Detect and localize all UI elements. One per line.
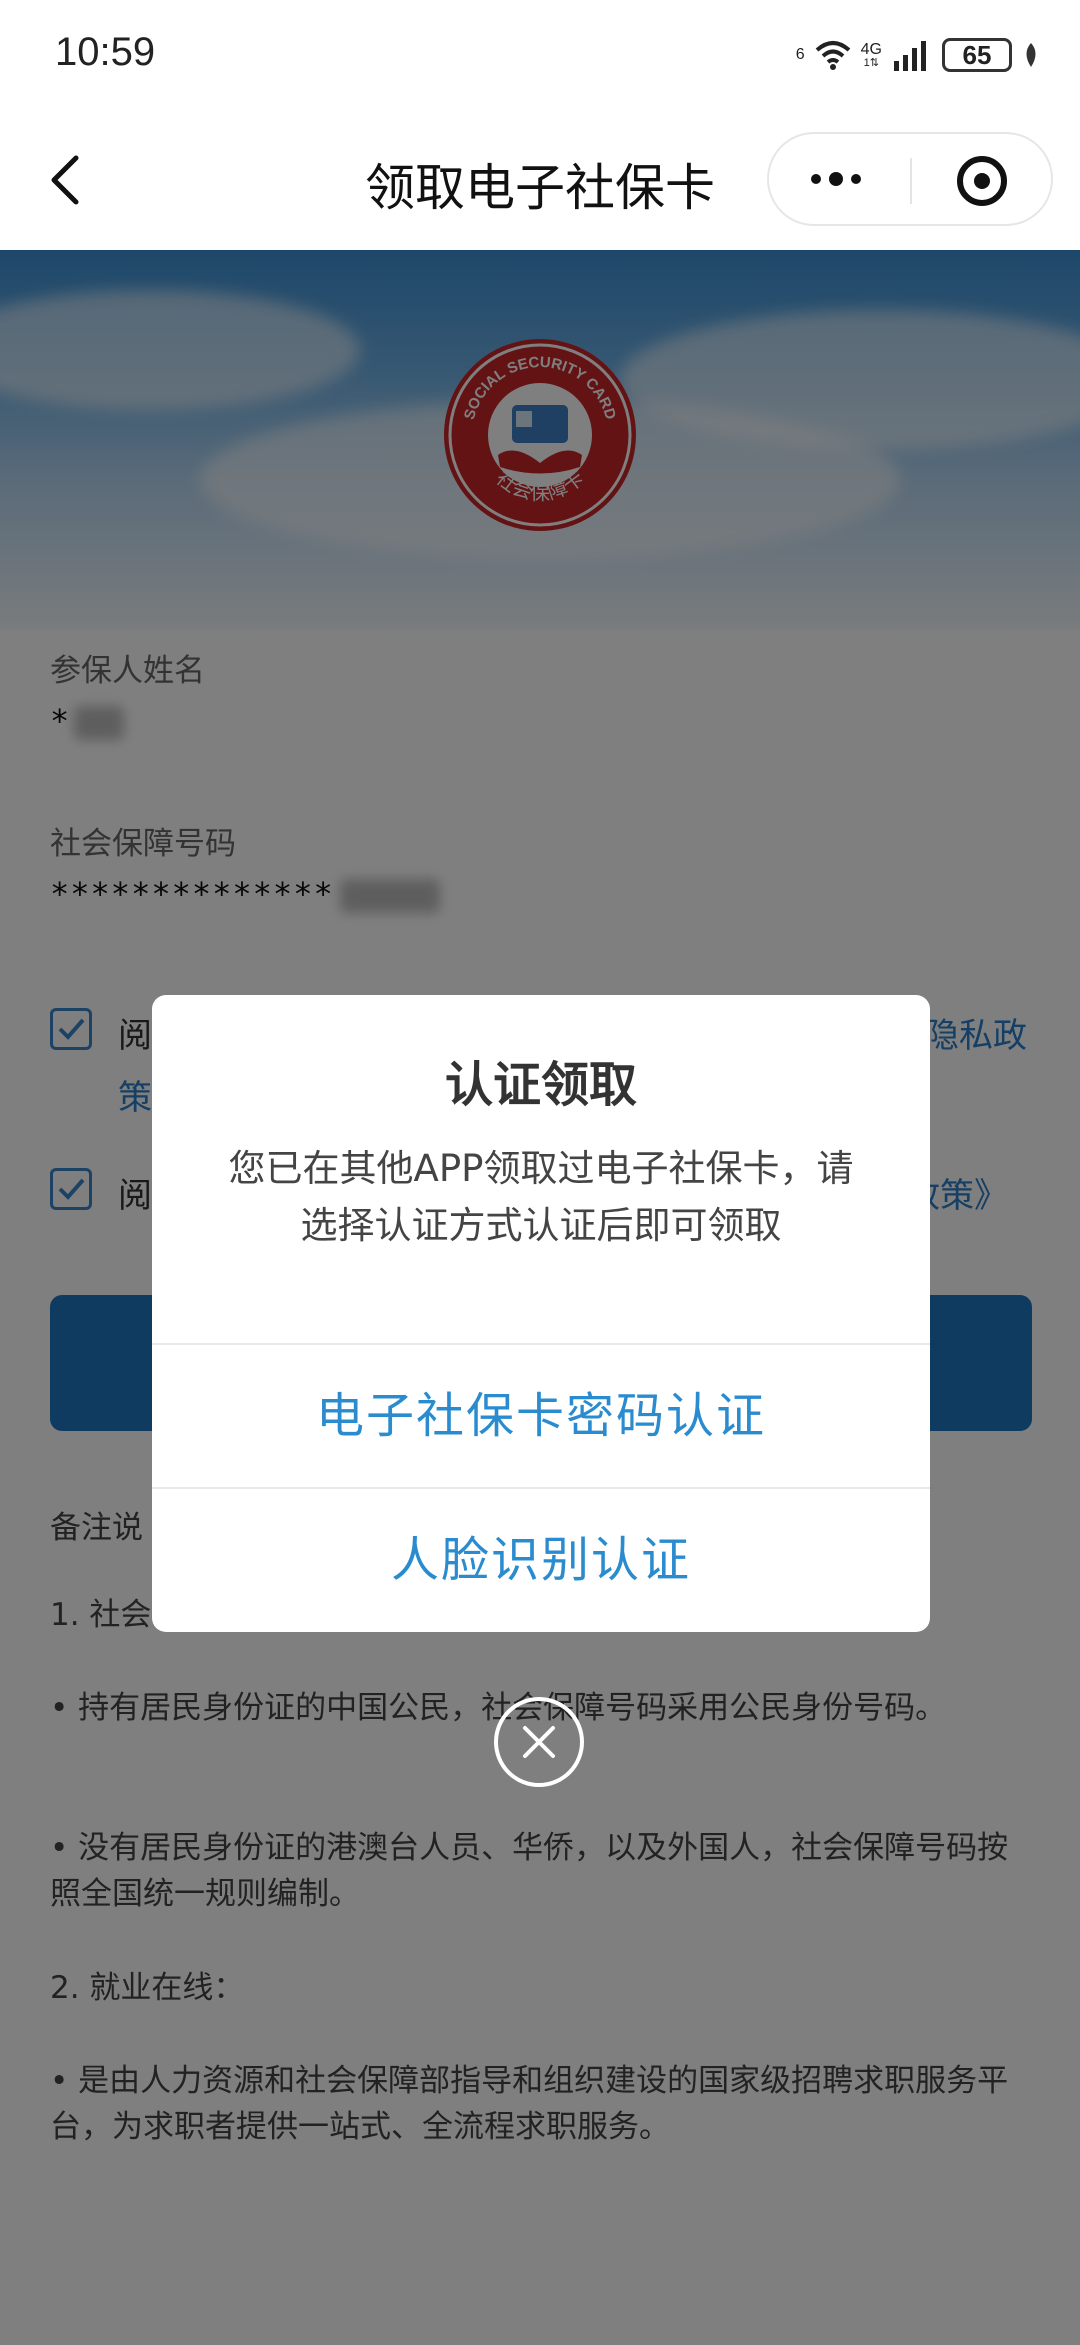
- dialog-title: 认证领取: [444, 1057, 637, 1113]
- dialog-close-button[interactable]: [494, 1697, 584, 1787]
- status-time: 10:59: [55, 30, 156, 74]
- close-icon: [523, 1726, 555, 1758]
- signal-icon: [894, 41, 926, 71]
- capsule-divider: [910, 158, 912, 204]
- face-auth-button[interactable]: 人脸识别认证: [152, 1489, 930, 1632]
- network-sub: 1⇅: [863, 56, 879, 69]
- title-bar: 领取电子社保卡: [0, 110, 1080, 250]
- miniprogram-capsule: [767, 132, 1053, 226]
- close-miniprogram-icon[interactable]: [957, 156, 1007, 206]
- status-icons: 6 4G 1⇅ 65: [796, 30, 1040, 80]
- network-type: 4G: [860, 40, 882, 58]
- more-icon[interactable]: [811, 172, 861, 186]
- auth-dialog: 认证领取 您已在其他APP领取过电子社保卡，请选择认证方式认证后即可领取 电子社…: [152, 995, 930, 1632]
- dialog-message: 您已在其他APP领取过电子社保卡，请选择认证方式认证后即可领取: [228, 1147, 854, 1247]
- wifi-icon: [815, 41, 850, 70]
- battery-indicator: 65: [942, 38, 1012, 72]
- status-bar: 10:59 6 4G 1⇅ 65: [0, 0, 1080, 110]
- password-auth-button[interactable]: 电子社保卡密码认证: [152, 1345, 930, 1487]
- wifi-badge: 6: [795, 46, 805, 63]
- leaf-icon: [1026, 43, 1036, 67]
